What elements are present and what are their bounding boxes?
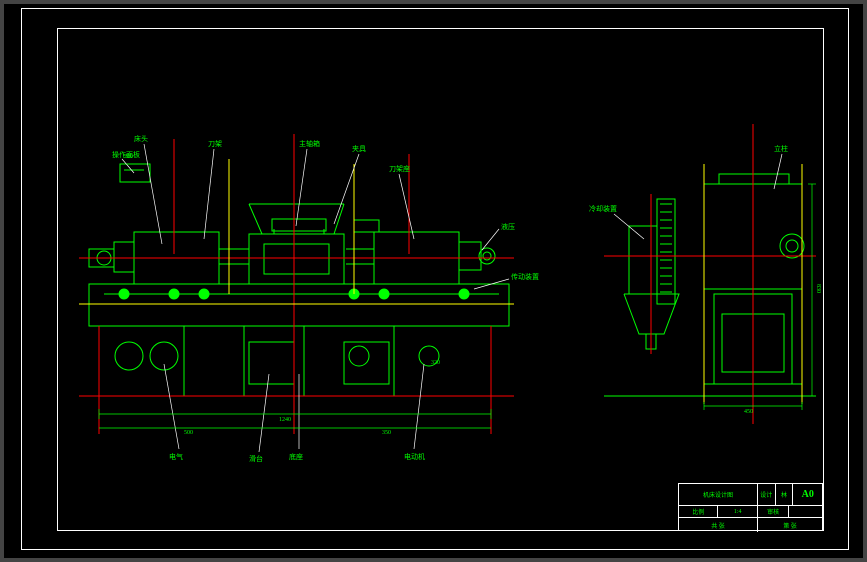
label-base: 底座 xyxy=(289,452,303,462)
label-headstock: 床头 xyxy=(134,134,148,144)
label-transmission: 传动装置 xyxy=(511,272,539,282)
tb-design-label: 设计 xyxy=(758,484,776,505)
label-spindle-box: 主轴箱 xyxy=(299,139,320,149)
tb-check-label: 审核 xyxy=(758,506,790,517)
tb-designer: 林 xyxy=(776,484,794,505)
dim-280: 280 xyxy=(124,154,133,160)
dim-500: 500 xyxy=(184,430,193,436)
label-toolseat: 刀架座 xyxy=(389,164,410,174)
tb-checker xyxy=(789,506,822,517)
label-hydraulic: 液压 xyxy=(501,222,515,232)
tb-scale-value: 1:4 xyxy=(718,506,757,517)
title-block: 机床设计图 设计 林 A0 比例 1:4 审核 共 张 第 张 xyxy=(678,483,823,531)
dim-1240: 1240 xyxy=(279,417,291,423)
label-slide: 滑台 xyxy=(249,454,263,464)
label-column: 立柱 xyxy=(774,144,788,154)
dim-830: 830 xyxy=(815,284,821,293)
tb-sheet-of: 共 张 xyxy=(679,518,758,532)
sheet-size: A0 xyxy=(793,484,822,505)
cad-canvas[interactable]: 操作面板 床头 刀架 主轴箱 夹具 刀架座 液压 传动装置 电气 滑台 底座 电… xyxy=(4,4,863,558)
label-motor: 电动机 xyxy=(404,452,425,462)
dim-450: 450 xyxy=(744,409,753,415)
label-toolpost: 刀架 xyxy=(208,139,222,149)
tb-scale-label: 比例 xyxy=(679,506,718,517)
tb-sheet-num: 第 张 xyxy=(758,518,822,532)
dim-350: 350 xyxy=(382,430,391,436)
label-coolant: 冷却装置 xyxy=(589,204,617,214)
label-fixture: 夹具 xyxy=(352,144,366,154)
drawing-title: 机床设计图 xyxy=(703,490,733,499)
label-electrical: 电气 xyxy=(169,452,183,462)
dim-320: 320 xyxy=(431,360,440,366)
